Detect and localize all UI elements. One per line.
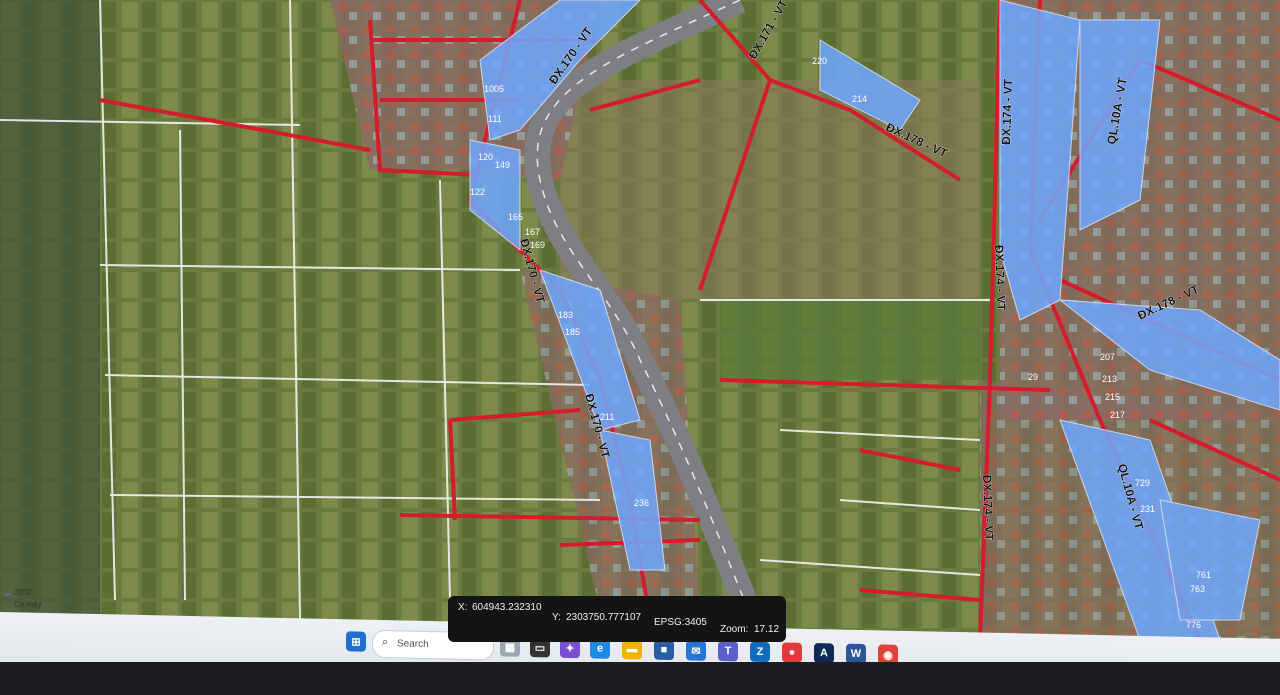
cloud-icon: ☁ [2, 588, 12, 599]
map-svg[interactable]: ĐX.170 - VT ĐX.171 - VT ĐX.178 - VT ĐX.1… [0, 0, 1280, 640]
parcel-number: 763 [1190, 584, 1205, 594]
parcel-number: 183 [558, 310, 573, 320]
parcel-number: 165 [508, 212, 523, 222]
parcel-number: 167 [525, 227, 540, 237]
dry-fields [560, 80, 980, 300]
monitor-bezel [0, 662, 1280, 695]
parcel-number: 217 [1110, 410, 1125, 420]
zoom-level: 17.12 [754, 624, 780, 635]
parcel-number: 120 [478, 152, 493, 162]
parcel-number: 185 [565, 327, 580, 337]
parcel-number: 729 [1135, 478, 1150, 488]
parcel-number: 122 [470, 187, 485, 197]
parcel-number: 231 [1140, 504, 1155, 514]
parcel-number: 236 [634, 498, 649, 508]
farmland-left [0, 0, 100, 640]
parcel-number: 169 [530, 240, 545, 250]
notification-app-icon[interactable]: ● [782, 642, 802, 663]
parcel-number: 220 [812, 56, 827, 66]
file-explorer-icon[interactable]: ▬ [622, 639, 642, 660]
zoom-label: Zoom: [720, 624, 749, 635]
y-coordinate: 2303750.777107 [566, 612, 642, 623]
parcel-number: 213 [1102, 374, 1117, 384]
road-label-dx174-north: ĐX.174 - VT [999, 78, 1015, 145]
parcel-number: 215 [1105, 392, 1120, 402]
parcel-number: 776 [1186, 620, 1201, 630]
mail-icon[interactable]: ✉ [686, 640, 706, 661]
search-placeholder: Search [397, 638, 429, 650]
road-label-dx174-south: ĐX.174 - VT [980, 475, 996, 542]
y-label: Y: [552, 612, 561, 623]
zalo-icon[interactable]: Z [750, 641, 770, 663]
parcel-number: 1005 [484, 84, 504, 94]
weather-temperature: 28°C [14, 588, 32, 597]
store-icon[interactable]: ■ [654, 639, 674, 661]
parcel-number: 214 [852, 94, 867, 104]
search-icon: ⌕ [382, 636, 389, 649]
windows-start-icon[interactable]: ⊞ [346, 631, 366, 652]
map-canvas[interactable]: ĐX.170 - VT ĐX.171 - VT ĐX.178 - VT ĐX.1… [0, 0, 1280, 640]
road-label-dx174-center: ĐX.174 - VT [992, 245, 1008, 312]
parcel-number: 211 [600, 412, 614, 422]
teams-icon[interactable]: T [718, 641, 738, 662]
parcel-number: 761 [1196, 570, 1211, 580]
x-label: X: [458, 602, 468, 613]
coordinate-status-bar: X: 604943.232310 Y: 2303750.777107 EPSG:… [448, 596, 786, 642]
x-coordinate: 604943.232310 [472, 602, 542, 613]
weather-condition: Có mây [14, 600, 42, 609]
parcel-number: 207 [1100, 352, 1115, 362]
arcgis-icon[interactable]: A [814, 643, 834, 664]
parcel-number: 29 [1028, 372, 1038, 382]
green-field [720, 300, 980, 380]
parcel-number: 149 [495, 160, 510, 170]
parcel-number: 111 [488, 114, 502, 124]
epsg-code: EPSG:3405 [654, 617, 707, 628]
